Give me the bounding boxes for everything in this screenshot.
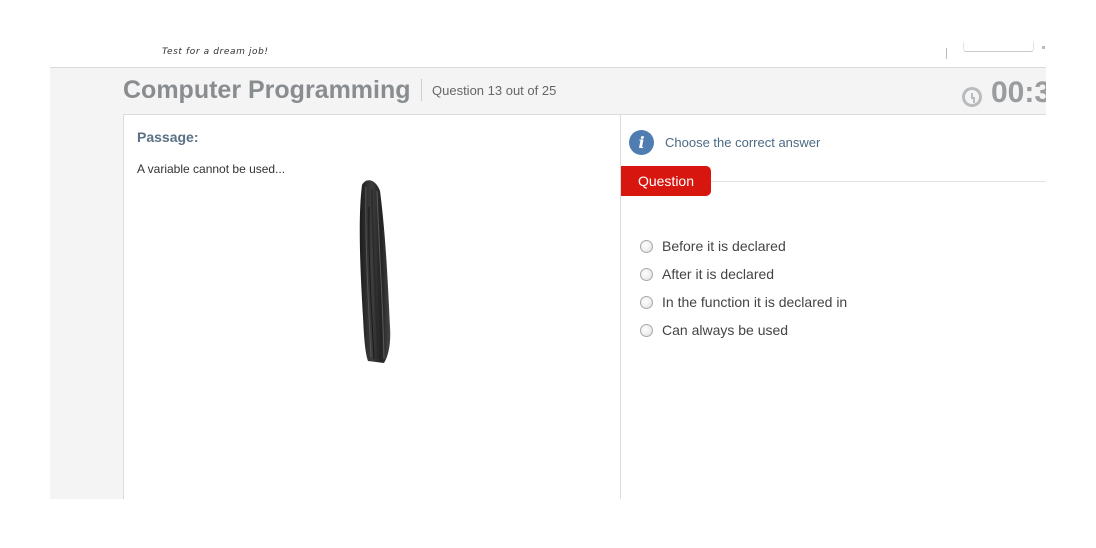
radio-button[interactable] bbox=[640, 240, 653, 253]
question-panel: i Choose the correct answer Question Bef… bbox=[621, 115, 1046, 499]
passage-panel: Passage: A variable cannot be used... bbox=[124, 115, 621, 499]
top-header: Test for a dream job! bbox=[0, 0, 1096, 67]
info-icon: i bbox=[629, 130, 654, 155]
radio-button[interactable] bbox=[640, 296, 653, 309]
header-divider bbox=[946, 48, 947, 59]
answer-option-label[interactable]: In the function it is declared in bbox=[662, 294, 847, 310]
passage-text: A variable cannot be used... bbox=[137, 162, 286, 176]
question-divider bbox=[711, 181, 1046, 182]
clock-icon bbox=[962, 87, 982, 107]
question-card: Passage: A variable cannot be used... i … bbox=[123, 114, 1046, 499]
exam-area: Computer Programming Question 13 out of … bbox=[50, 67, 1046, 499]
answer-option-label[interactable]: Before it is declared bbox=[662, 238, 786, 254]
header-menu-button[interactable] bbox=[963, 42, 1034, 52]
site-tagline: Test for a dream job! bbox=[162, 47, 269, 57]
question-counter: Question 13 out of 25 bbox=[432, 83, 557, 98]
answer-option-label[interactable]: After it is declared bbox=[662, 266, 774, 282]
page-title: Computer Programming bbox=[123, 76, 411, 104]
radio-button[interactable] bbox=[640, 268, 653, 281]
passage-heading: Passage: bbox=[137, 129, 199, 145]
passage-illustration bbox=[359, 180, 391, 363]
answer-option-label[interactable]: Can always be used bbox=[662, 322, 788, 338]
instruction-text: Choose the correct answer bbox=[665, 135, 821, 150]
title-separator bbox=[421, 79, 422, 101]
timer-value: 00:3 bbox=[991, 76, 1046, 109]
header-edge-mark bbox=[1042, 46, 1045, 49]
radio-button[interactable] bbox=[640, 324, 653, 337]
question-tab: Question bbox=[621, 166, 711, 196]
